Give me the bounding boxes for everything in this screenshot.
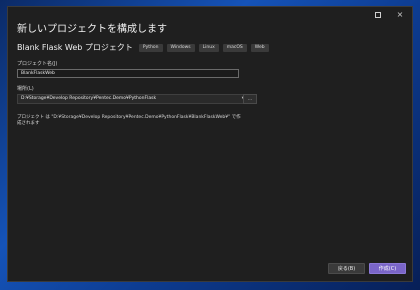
window-controls: ×	[372, 10, 406, 20]
project-name-input[interactable]: BlankFlaskWeb	[17, 69, 239, 78]
close-button[interactable]: ×	[394, 10, 406, 20]
browse-button[interactable]: ...	[243, 94, 257, 104]
back-button[interactable]: 戻る(B)	[328, 263, 365, 274]
location-dropdown[interactable]: D:¥Storage¥Develop Repository¥Pentec.Dem…	[17, 94, 248, 104]
create-button[interactable]: 作成(C)	[369, 263, 406, 274]
creation-path-info: プロジェクト は "D:¥Storage¥Develop Repository¥…	[17, 115, 241, 126]
tag-macos: macOS	[222, 43, 247, 52]
tag-windows: Windows	[166, 43, 195, 52]
location-value: D:¥Storage¥Develop Repository¥Pentec.Dem…	[21, 96, 157, 101]
tag-linux: Linux	[198, 43, 219, 52]
maximize-icon	[375, 12, 381, 18]
maximize-button[interactable]	[372, 10, 384, 20]
location-label: 場所(L)	[17, 86, 34, 92]
close-icon: ×	[396, 10, 404, 19]
tag-python: Python	[138, 43, 163, 52]
template-name: Blank Flask Web プロジェクト	[17, 43, 133, 52]
project-name-label: プロジェクト名(J)	[17, 61, 58, 67]
tag-web: Web	[250, 43, 269, 52]
dialog-title: 新しいプロジェクトを構成します	[17, 24, 167, 35]
configure-project-dialog: × 新しいプロジェクトを構成します Blank Flask Web プロジェクト…	[7, 6, 413, 282]
template-header: Blank Flask Web プロジェクト Python Windows Li…	[17, 42, 273, 53]
